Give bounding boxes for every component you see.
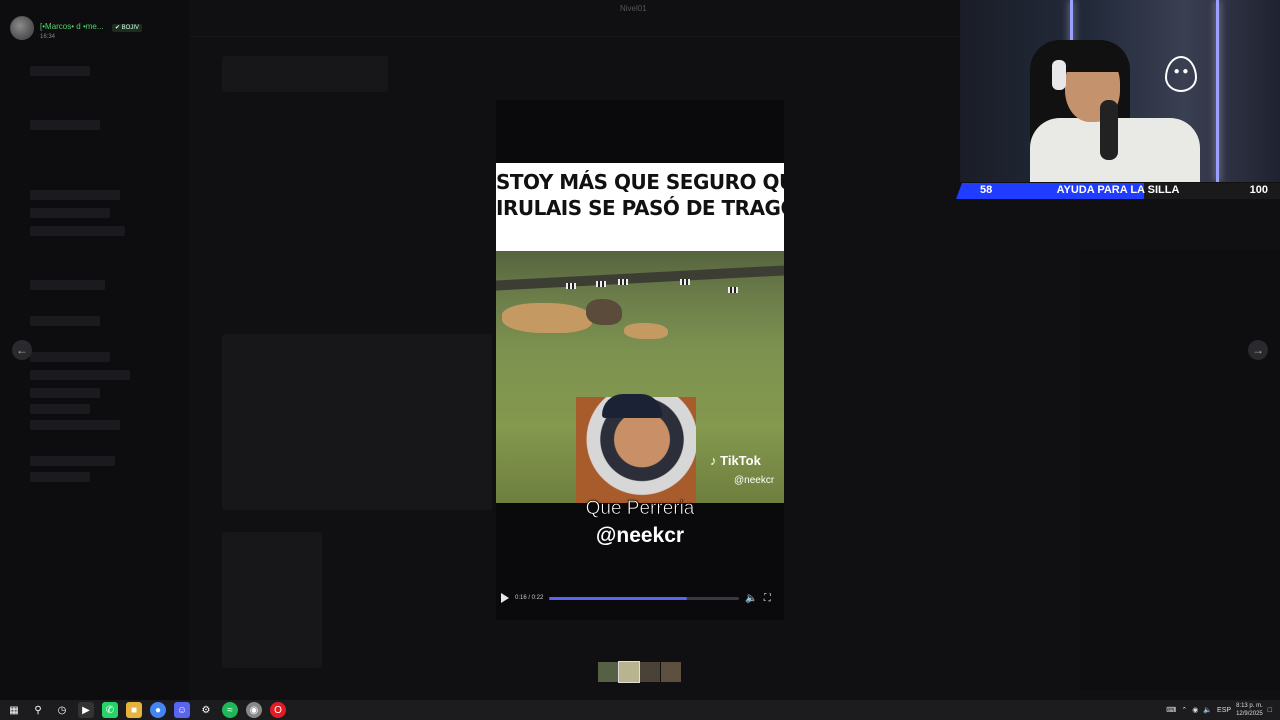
system-tray: ⌨ ⌃ ◉ 🔈 ESP 8:13 p. m. 12/9/2025 □ <box>1166 700 1272 720</box>
background-channel <box>30 190 120 200</box>
thumbnail-active[interactable] <box>618 661 640 683</box>
background-channel <box>30 208 110 218</box>
progress-fill <box>549 596 688 600</box>
subtitle-line-1: Que Perreria <box>585 498 695 520</box>
light-strip <box>1216 0 1219 182</box>
opera-icon[interactable]: O <box>270 702 286 718</box>
headset <box>1052 60 1066 90</box>
taskbar: ▦ ⚲ ◷ ▶ ✆ ■ ● ☺ ⚙ ≈ ◉ O ⌨ ⌃ ◉ 🔈 ESP 8:13… <box>0 700 1280 720</box>
caption-line-1: STOY MÁS QUE SEGURO QU <box>496 170 784 194</box>
clock-time: 8:13 p. m. <box>1236 703 1263 709</box>
streamer-hair <box>1060 46 1124 72</box>
media-icon[interactable]: ▶ <box>78 702 94 718</box>
windows-icon[interactable]: ▦ <box>6 702 22 718</box>
files-icon[interactable]: ■ <box>126 702 142 718</box>
user-badge: ✔ BOJIV <box>111 24 143 32</box>
video-caption: STOY MÁS QUE SEGURO QU IRULAIS SE PASÓ D… <box>496 169 784 221</box>
thumbnail[interactable] <box>661 662 681 682</box>
goal-label: AYUDA PARA LA SILLA <box>1056 184 1180 196</box>
spotify-icon[interactable]: ≈ <box>222 702 238 718</box>
background-header <box>190 0 960 37</box>
browser-icon[interactable]: ◉ <box>246 702 262 718</box>
network-icon[interactable]: ◉ <box>1192 706 1198 714</box>
zebra <box>680 279 690 285</box>
background-channel <box>30 280 105 290</box>
time-display: 0:16 / 0:22 <box>515 595 544 601</box>
play-icon[interactable] <box>501 593 509 603</box>
animal <box>624 323 668 339</box>
video-caption-band: STOY MÁS QUE SEGURO QU IRULAIS SE PASÓ D… <box>496 163 784 251</box>
tiktok-handle: @neekcr <box>734 475 775 486</box>
lioness <box>502 303 592 333</box>
uploader-info[interactable]: [•Marcos• d •me... ✔ BOJIV 16:34 <box>10 16 143 40</box>
volume-icon[interactable]: 🔈 <box>745 593 757 604</box>
background-channel <box>30 420 120 430</box>
search-icon[interactable]: ⚲ <box>30 702 46 718</box>
gallery-thumbnails <box>598 661 681 683</box>
horizon <box>496 265 784 291</box>
background-image-grid <box>222 334 492 510</box>
background-image <box>222 532 322 668</box>
background-channel <box>30 456 115 466</box>
language-indicator[interactable]: ESP <box>1217 707 1231 714</box>
background-channel <box>30 404 90 414</box>
webcam-overlay: ● ● <box>960 0 1280 182</box>
fullscreen-icon[interactable]: ⛶ <box>764 593 771 604</box>
thumbnail[interactable] <box>598 662 618 682</box>
username[interactable]: [•Marcos• d •me... <box>40 22 104 31</box>
next-arrow-icon[interactable]: → <box>1248 340 1268 360</box>
clock-app-icon[interactable]: ◷ <box>54 702 70 718</box>
zebra <box>596 281 606 287</box>
background-channel <box>30 370 130 380</box>
whatsapp-icon[interactable]: ✆ <box>102 702 118 718</box>
avatar[interactable] <box>10 16 34 40</box>
tiktok-logo-text: TikTok <box>720 453 761 468</box>
background-member-list <box>1080 250 1280 690</box>
keyboard-icon[interactable]: ⌨ <box>1166 706 1176 714</box>
cap <box>602 394 662 418</box>
previous-arrow-icon[interactable]: ← <box>12 340 32 360</box>
background-channel <box>30 352 110 362</box>
caption-line-2: IRULAIS SE PASÓ DE TRAGO <box>496 196 784 220</box>
donation-goal-bar: 58 AYUDA PARA LA SILLA 100 <box>956 183 1280 199</box>
background-channel <box>30 316 100 326</box>
chevron-up-icon[interactable]: ⌃ <box>1181 706 1187 714</box>
goal-target: 100 <box>1249 184 1268 196</box>
video-controls: 0:16 / 0:22 🔈 ⛶ <box>496 588 784 608</box>
background-channel <box>30 120 100 130</box>
zebra <box>728 287 738 293</box>
viewer-title: Nivel01 <box>620 4 647 13</box>
video-frame[interactable]: ♪ TikTok @neekcr <box>496 251 784 503</box>
animal <box>586 299 622 325</box>
zebra <box>566 283 576 289</box>
tiktok-logo: ♪ TikTok <box>710 453 761 468</box>
clock-date: 12/9/2025 <box>1236 711 1263 717</box>
progress-bar[interactable] <box>549 596 740 600</box>
background-channel <box>30 226 125 236</box>
zebra <box>618 279 628 285</box>
alien-logo-icon: ● ● <box>1165 56 1197 92</box>
chrome-icon[interactable]: ● <box>150 702 166 718</box>
background-channel <box>30 388 100 398</box>
notification-icon[interactable]: □ <box>1268 707 1272 714</box>
clock[interactable]: 8:13 p. m. 12/9/2025 <box>1236 702 1263 718</box>
background-channel <box>30 66 90 76</box>
post-time: 16:34 <box>40 34 56 40</box>
thumbnail[interactable] <box>640 662 660 682</box>
background-channel <box>30 472 90 482</box>
volume-tray-icon[interactable]: 🔈 <box>1203 706 1212 714</box>
steam-icon[interactable]: ⚙ <box>198 702 214 718</box>
background-image <box>222 56 388 92</box>
subtitle-line-2: @neekcr <box>595 524 685 547</box>
discord-icon[interactable]: ☺ <box>174 702 190 718</box>
microphone <box>1100 100 1118 160</box>
